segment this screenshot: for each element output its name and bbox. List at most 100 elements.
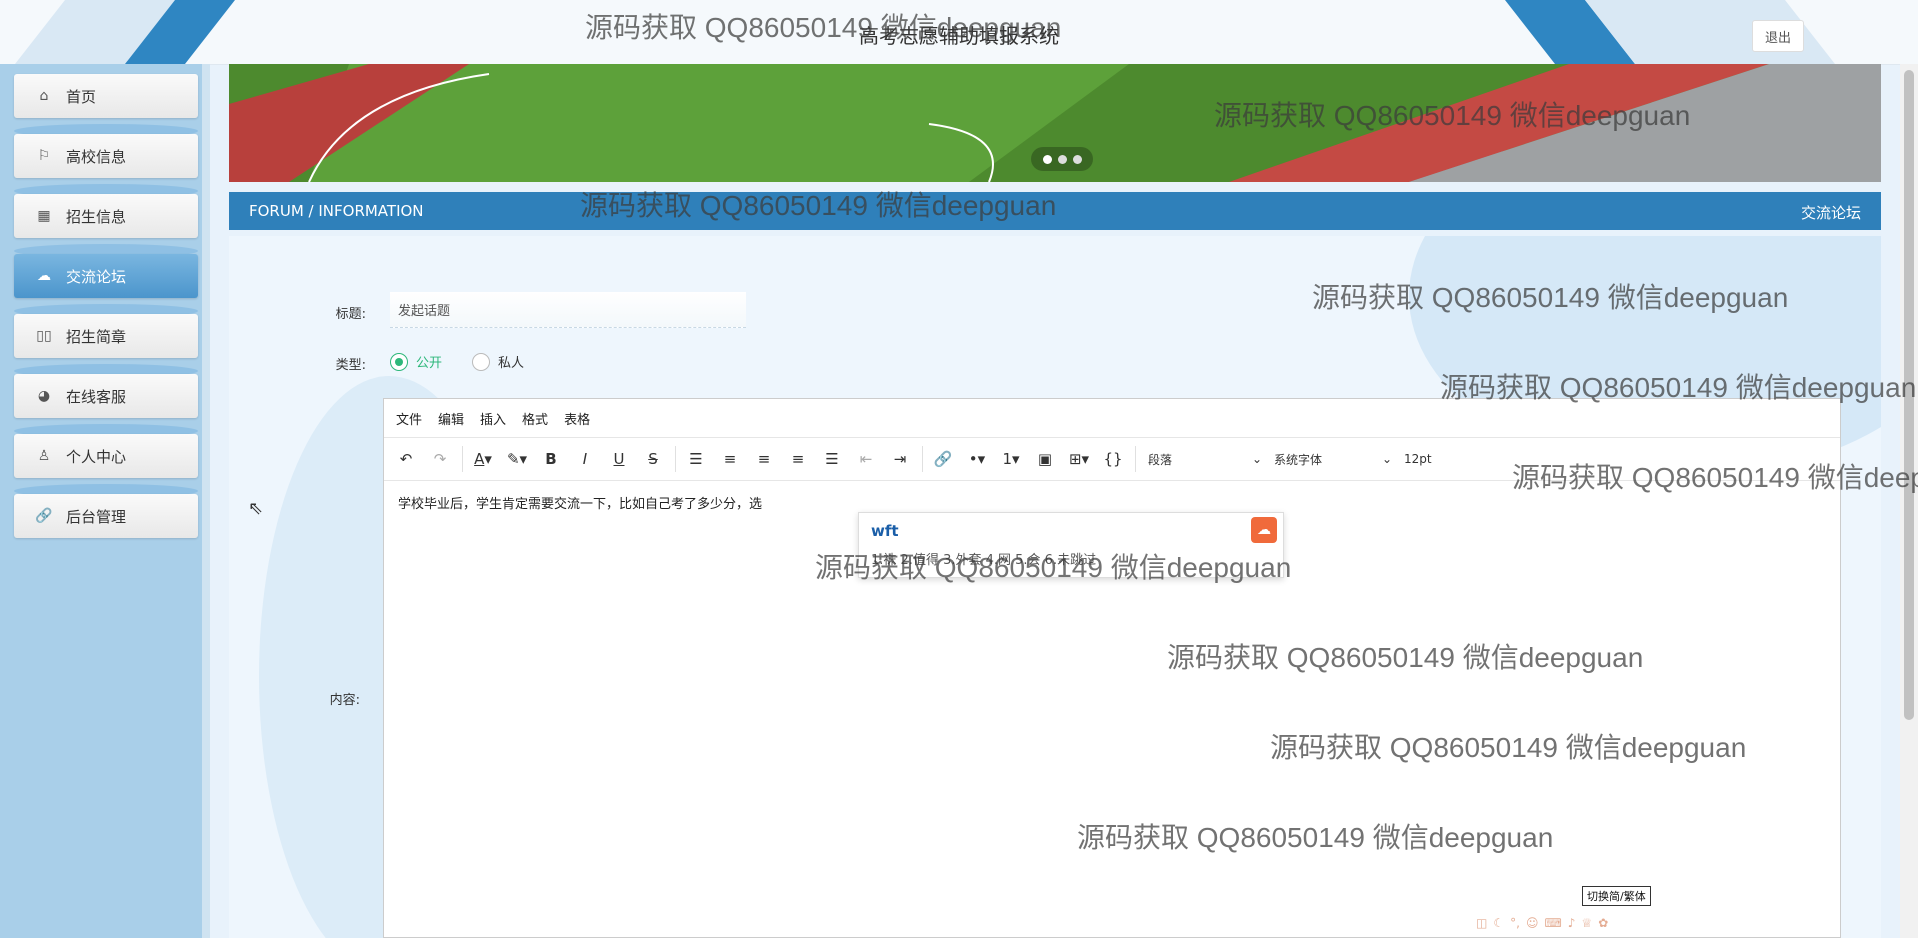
scrollbar-thumb[interactable] (1904, 70, 1914, 720)
ime-emoji-icon[interactable]: ☺ (1526, 916, 1539, 930)
sidebar-item-label: 在线客服 (66, 387, 127, 406)
sidebar-item-label: 招生信息 (66, 207, 127, 226)
book-icon: ▯▯ (36, 328, 52, 344)
rich-text-editor: 文件 编辑 插入 格式 表格 ↶ ↷ A ▾ ✎▾ B I U S ☰ ≡ ≡ ≡… (383, 398, 1841, 938)
menu-edit[interactable]: 编辑 (438, 409, 464, 428)
block-format-select[interactable]: 段落 ⌄ (1142, 445, 1268, 473)
sidebar-item-5[interactable]: ◕ 在线客服 (14, 374, 198, 418)
section-breadcrumb[interactable]: 交流论坛 (1801, 202, 1861, 223)
ime-skin-icon[interactable]: ♕ (1581, 916, 1592, 930)
font-size-select[interactable]: 12pt (1398, 445, 1458, 473)
numbered-list-icon[interactable]: 1▾ (997, 445, 1025, 473)
content-label: 内容: (329, 693, 360, 708)
sidebar-edge (202, 64, 210, 938)
sidebar-item-2[interactable]: ▦ 招生信息 (14, 194, 198, 238)
ime-status-bar: ◫ ☾ °, ☺ ⌨ ♪ ♕ ✿ (1476, 912, 1674, 934)
app-header: 高考志愿辅助填报系统 退出 (0, 0, 1918, 65)
toolbar-divider (462, 446, 463, 472)
line-height-icon[interactable]: ☰ (682, 445, 710, 473)
title-input[interactable] (390, 292, 746, 328)
highlight-color-icon[interactable]: ✎▾ (503, 445, 531, 473)
sidebar-item-label: 后台管理 (66, 507, 127, 526)
sidebar-item-label: 个人中心 (66, 447, 127, 466)
sidebar-item-1[interactable]: ⚐ 高校信息 (14, 134, 198, 178)
bullet-list-icon[interactable]: •▾ (963, 445, 991, 473)
strikethrough-icon[interactable]: S (639, 445, 667, 473)
editor-text: 学校毕业后，学生肯定需要交流一下，比如自己考了多少分，选 (398, 497, 763, 512)
font-family-value: 系统字体 (1274, 452, 1323, 467)
ime-settings-icon[interactable]: ✿ (1598, 916, 1608, 930)
ime-voice-icon[interactable]: ♪ (1568, 916, 1576, 930)
ime-candidates[interactable]: 1.袜 2.值得 3.外套 4.网 5.会 6.未跳过 (871, 549, 1096, 568)
ime-punctuation-icon[interactable]: °, (1510, 916, 1520, 930)
table-icon[interactable]: ⊞▾ (1065, 445, 1093, 473)
radio-indicator (472, 352, 490, 371)
logout-button[interactable]: 退出 (1752, 20, 1804, 52)
editor-menubar: 文件 编辑 插入 格式 表格 (384, 399, 1840, 438)
ime-keyboard-icon[interactable]: ⌨ (1544, 916, 1561, 930)
editor-toolbar: ↶ ↷ A ▾ ✎▾ B I U S ☰ ≡ ≡ ≡ ☰ ⇤ ⇥ 🔗 •▾ 1▾ … (384, 438, 1840, 481)
flag-icon: ⚐ (37, 148, 51, 164)
carousel-dot[interactable] (1042, 154, 1052, 164)
ime-logo-icon[interactable]: ☁ (1251, 517, 1277, 543)
menu-insert[interactable]: 插入 (480, 409, 506, 428)
ime-moon-icon[interactable]: ☾ (1493, 916, 1504, 930)
section-header: FORUM / INFORMATION 交流论坛 (229, 192, 1881, 230)
ime-tooltip: 切换简/繁体 (1582, 886, 1651, 906)
block-format-value: 段落 (1148, 452, 1173, 467)
align-left-icon[interactable]: ≡ (716, 445, 744, 473)
user-icon: ♙ (37, 448, 51, 464)
image-icon[interactable]: ▣ (1031, 445, 1059, 473)
app-title: 高考志愿辅助填报系统 (859, 24, 1059, 48)
indent-icon[interactable]: ⇥ (886, 445, 914, 473)
text-color-icon[interactable]: A ▾ (469, 445, 497, 473)
code-icon[interactable]: {} (1099, 445, 1127, 473)
ime-composition: wft (871, 522, 899, 540)
outdent-icon[interactable]: ⇤ (852, 445, 880, 473)
toolbar-divider (675, 446, 676, 472)
radio-indicator (390, 352, 408, 371)
toolbar-divider (1135, 446, 1136, 472)
toolbar-divider (922, 446, 923, 472)
menu-format[interactable]: 格式 (522, 409, 548, 428)
sidebar-item-label: 首页 (66, 87, 97, 106)
bold-icon[interactable]: B (537, 445, 565, 473)
align-center-icon[interactable]: ≡ (750, 445, 778, 473)
font-family-select[interactable]: 系统字体 ⌄ (1268, 445, 1398, 473)
font-size-value: 12pt (1404, 452, 1432, 466)
menu-file[interactable]: 文件 (396, 409, 422, 428)
sidebar-item-7[interactable]: 🔗 后台管理 (14, 494, 198, 538)
calendar-icon: ▦ (37, 208, 51, 224)
sidebar-item-label: 交流论坛 (66, 267, 127, 286)
sidebar-item-label: 高校信息 (66, 147, 127, 166)
chevron-down-icon: ⌄ (1381, 452, 1392, 466)
sidebar-item-0[interactable]: ⌂ 首页 (14, 74, 198, 118)
section-title: FORUM / INFORMATION (249, 202, 424, 220)
align-justify-icon[interactable]: ☰ (818, 445, 846, 473)
redo-icon[interactable]: ↷ (426, 445, 454, 473)
banner-carousel (229, 64, 1881, 182)
sidebar-item-label: 招生简章 (66, 327, 127, 346)
carousel-dot[interactable] (1057, 154, 1067, 164)
mouse-cursor-icon: ⇖ (248, 498, 264, 519)
link-icon[interactable]: 🔗 (929, 445, 957, 473)
title-label: 标题: (335, 307, 366, 322)
sidebar-item-4[interactable]: ▯▯ 招生简章 (14, 314, 198, 358)
underline-icon[interactable]: U (605, 445, 633, 473)
sidebar-item-3[interactable]: ☁ 交流论坛 (14, 254, 198, 298)
carousel-dot[interactable] (1072, 154, 1082, 164)
ime-logo-icon[interactable]: ◫ (1476, 916, 1487, 930)
radio-public-label: 公开 (416, 356, 443, 371)
home-icon: ⌂ (39, 88, 49, 104)
ime-candidate-window: wft 1.袜 2.值得 3.外套 4.网 5.会 6.未跳过 ☁ (858, 512, 1284, 578)
italic-icon[interactable]: I (571, 445, 599, 473)
undo-icon[interactable]: ↶ (392, 445, 420, 473)
link-icon: 🔗 (35, 508, 53, 524)
radio-private[interactable]: 私人 (472, 352, 524, 371)
align-right-icon[interactable]: ≡ (784, 445, 812, 473)
menu-table[interactable]: 表格 (564, 409, 590, 428)
radio-public[interactable]: 公开 (390, 352, 442, 371)
sidebar-item-6[interactable]: ♙ 个人中心 (14, 434, 198, 478)
headset-icon: ◕ (37, 388, 51, 404)
palette-icon: ☁ (37, 268, 51, 284)
